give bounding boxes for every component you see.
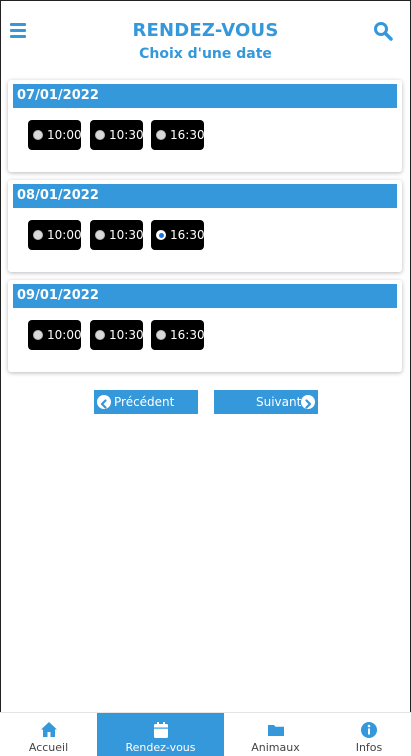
day-date-header: 09/01/2022	[13, 284, 397, 308]
time-slot-label: 10:30	[109, 128, 144, 142]
info-icon	[360, 721, 378, 739]
day-card: 09/01/2022 10:00 10:30 16:30	[8, 280, 402, 372]
time-slot-radio[interactable]: 10:00	[28, 320, 82, 350]
radio-checked-icon	[156, 230, 166, 240]
search-icon[interactable]	[372, 20, 394, 42]
radio-icon	[95, 330, 105, 340]
radio-icon	[156, 130, 166, 140]
radio-icon	[156, 330, 166, 340]
radio-icon	[33, 330, 43, 340]
time-slot-label: 16:30	[170, 228, 205, 242]
header: RENDEZ-VOUS Choix d'une date	[0, 0, 411, 72]
day-card: 07/01/2022 10:00 10:30 16:30	[8, 80, 402, 172]
nav-item-animaux[interactable]: Animaux	[224, 713, 327, 756]
time-slot-radio[interactable]: 10:00	[28, 220, 82, 250]
folder-icon	[267, 721, 285, 739]
bottom-nav: Accueil Rendez-vous Animaux Infos	[0, 712, 411, 756]
time-slot-label: 16:30	[170, 328, 205, 342]
radio-icon	[33, 130, 43, 140]
page-subtitle: Choix d'une date	[139, 46, 272, 62]
nav-label: Accueil	[28, 741, 69, 754]
time-slot-label: 10:30	[109, 328, 144, 342]
next-button[interactable]: Suivant	[214, 390, 318, 414]
time-slot-label: 10:30	[109, 228, 144, 242]
page-title: RENDEZ-VOUS	[132, 20, 279, 41]
time-slot-radio[interactable]: 10:30	[90, 120, 144, 150]
radio-icon	[33, 230, 43, 240]
nav-item-infos[interactable]: Infos	[327, 713, 411, 756]
time-slot-radio[interactable]: 10:30	[90, 220, 144, 250]
chevron-left-circle-icon	[97, 395, 111, 409]
time-slot-label: 10:00	[47, 228, 82, 242]
day-card: 08/01/2022 10:00 10:30 16:30	[8, 180, 402, 272]
time-slot-radio[interactable]: 10:00	[28, 120, 82, 150]
day-date-header: 08/01/2022	[13, 184, 397, 208]
time-slot-radio[interactable]: 10:30	[90, 320, 144, 350]
nav-label: Animaux	[251, 741, 300, 754]
previous-label: Précédent	[114, 395, 175, 409]
nav-label: Rendez-vous	[125, 741, 196, 754]
home-icon	[40, 721, 58, 739]
radio-icon	[95, 230, 105, 240]
next-label: Suivant	[256, 395, 302, 409]
radio-icon	[95, 130, 105, 140]
chevron-right-circle-icon	[301, 395, 315, 409]
time-slot-label: 10:00	[47, 128, 82, 142]
time-slot-radio[interactable]: 16:30	[151, 320, 205, 350]
calendar-icon	[152, 721, 170, 739]
nav-item-rendez-vous[interactable]: Rendez-vous	[97, 713, 224, 756]
time-slot-radio-selected[interactable]: 16:30	[151, 220, 205, 250]
nav-label: Infos	[355, 741, 383, 754]
nav-item-accueil[interactable]: Accueil	[0, 713, 97, 756]
day-date-header: 07/01/2022	[13, 84, 397, 108]
previous-button[interactable]: Précédent	[94, 390, 198, 414]
time-slot-radio[interactable]: 16:30	[151, 120, 205, 150]
time-slot-label: 10:00	[47, 328, 82, 342]
time-slot-label: 16:30	[170, 128, 205, 142]
